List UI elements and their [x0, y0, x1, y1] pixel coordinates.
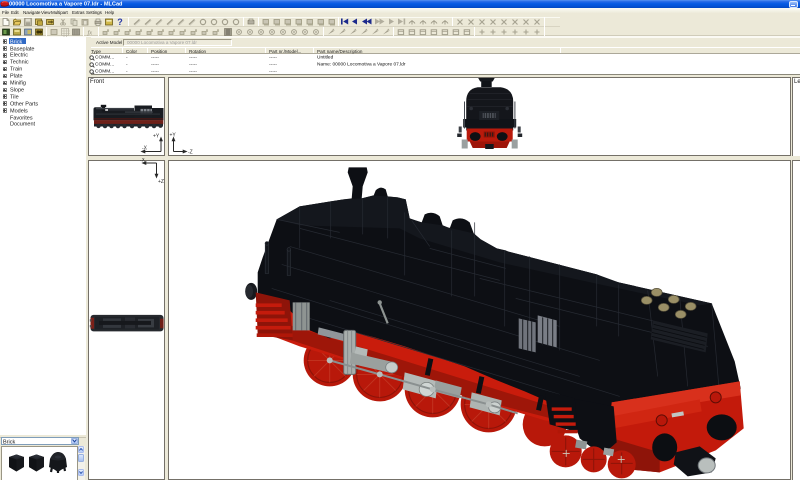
svg-text:?: ?: [117, 17, 123, 26]
svg-text:fx: fx: [88, 29, 93, 36]
